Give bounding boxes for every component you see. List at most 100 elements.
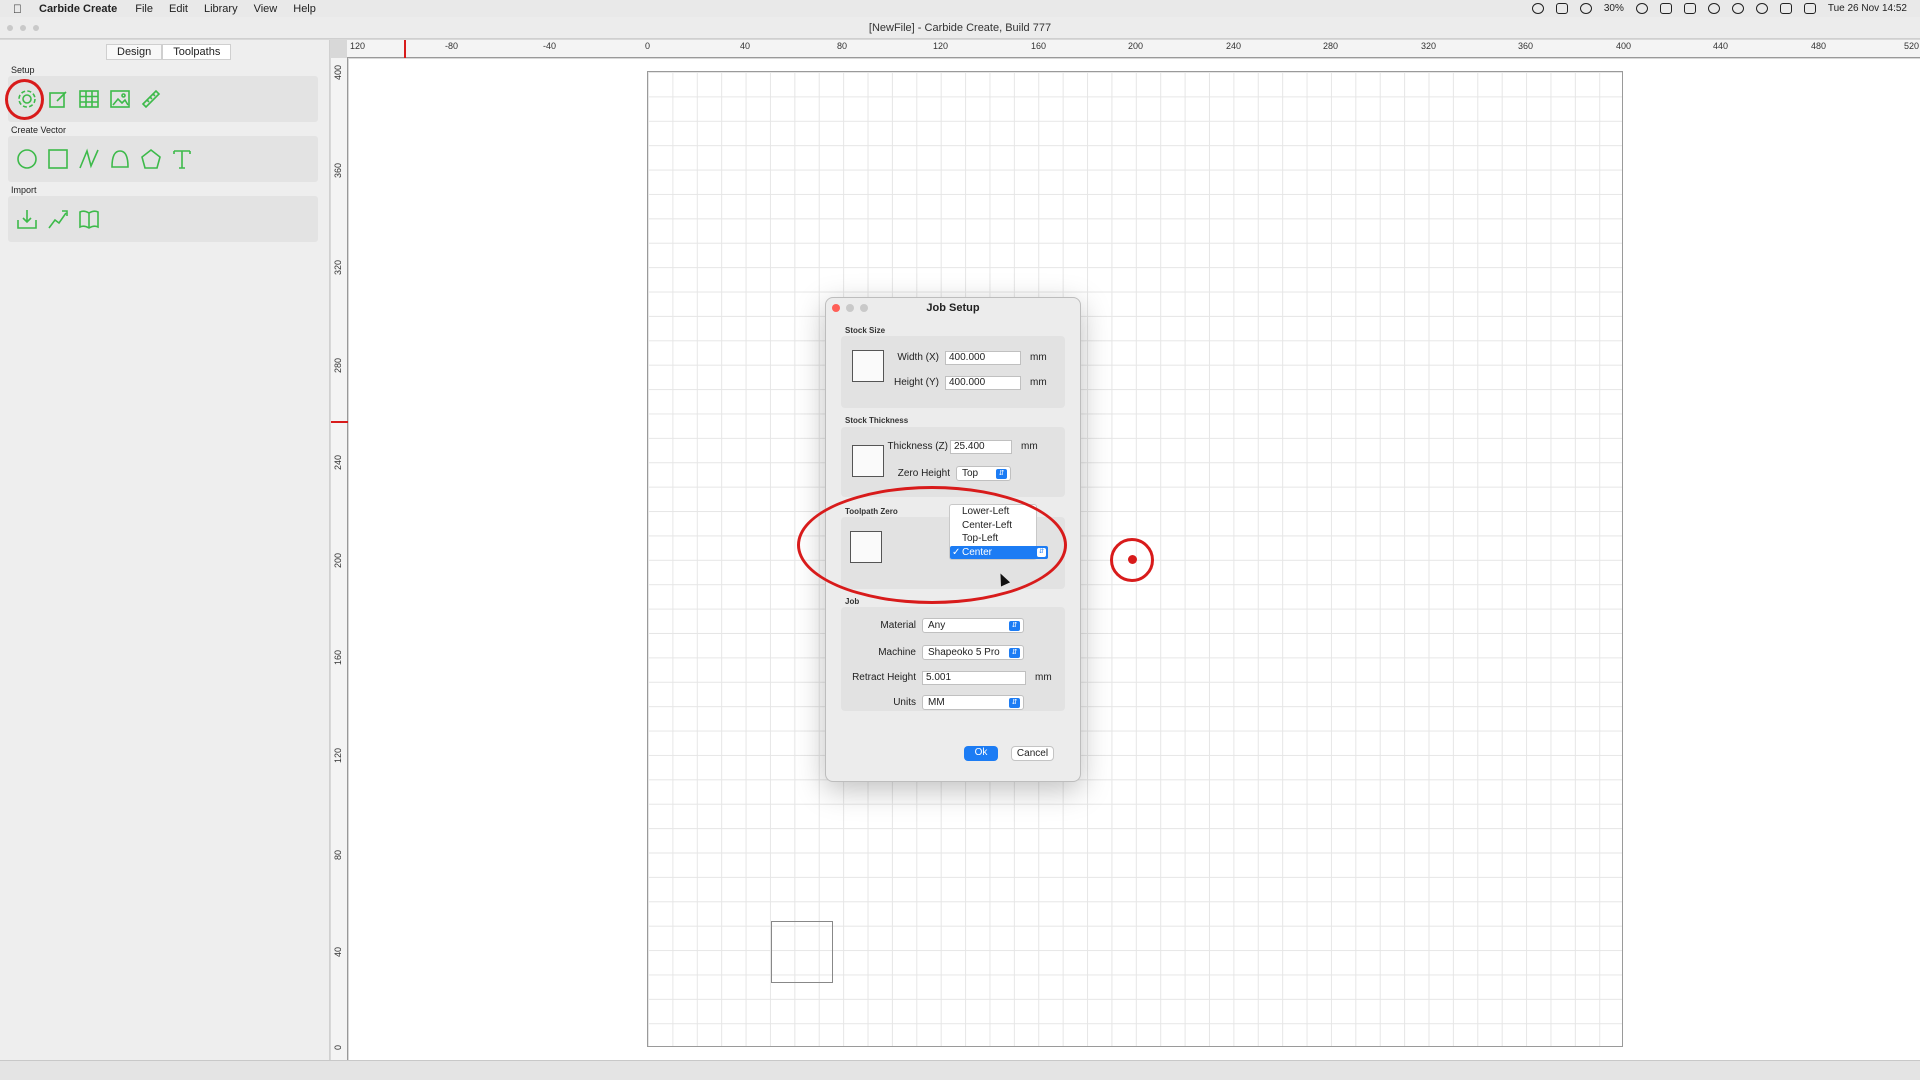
ruler-top-tick: 240 — [1226, 41, 1242, 51]
zero-height-label: Zero Height — [897, 468, 950, 479]
dialog-close-button[interactable] — [832, 304, 840, 312]
menu-edit[interactable]: Edit — [169, 3, 188, 15]
import-tools-row — [8, 196, 318, 242]
dropdown-option-center[interactable]: ✓ Center ⇵ — [950, 545, 1048, 559]
width-input[interactable]: 400.000 — [945, 351, 1021, 365]
section-setup-label: Setup — [11, 65, 35, 75]
grid-icon[interactable] — [78, 88, 100, 110]
calendar-icon[interactable] — [1683, 3, 1696, 14]
import-vector-icon[interactable] — [47, 208, 69, 230]
dropdown-option-lower-left[interactable]: Lower-Left — [950, 505, 1036, 519]
material-value: Any — [928, 620, 946, 631]
tab-design[interactable]: Design — [106, 44, 163, 60]
zoom-window-button[interactable] — [33, 25, 39, 31]
window-controls — [7, 25, 39, 31]
cancel-button[interactable]: Cancel — [1011, 746, 1054, 761]
ruler-left-tick: 120 — [333, 747, 343, 763]
zero-height-select[interactable]: Top ⇵ — [956, 466, 1011, 481]
clock-icon[interactable] — [1755, 3, 1768, 14]
cloud-icon[interactable] — [1579, 3, 1592, 14]
search-icon[interactable] — [1635, 3, 1648, 14]
ok-button[interactable]: Ok — [964, 746, 998, 761]
zero-height-value: Top — [962, 468, 979, 479]
ruler-left-tick: 320 — [333, 259, 343, 275]
dropdown-option-center-left[interactable]: Center-Left — [950, 519, 1036, 533]
curve-icon[interactable] — [109, 148, 131, 170]
user-icon[interactable] — [1707, 3, 1720, 14]
headphones-icon[interactable] — [1731, 3, 1744, 14]
machine-select[interactable]: Shapeoko 5 Pro ⇵ — [922, 645, 1024, 660]
menu-view[interactable]: View — [254, 3, 278, 15]
text-icon[interactable] — [171, 148, 193, 170]
section-create-vector-label: Create Vector — [11, 125, 67, 135]
tab-toolpaths[interactable]: Toolpaths — [162, 44, 232, 60]
bluetooth-icon[interactable] — [1659, 3, 1672, 14]
datetime[interactable]: Tue 26 Nov 14:52 — [1828, 3, 1907, 14]
image-icon[interactable] — [109, 88, 131, 110]
circle-icon[interactable] — [16, 148, 38, 170]
ruler-top-tick: -40 — [543, 41, 557, 51]
ruler-left-tick: 160 — [333, 649, 343, 665]
dialog-window-controls — [832, 304, 868, 312]
design-rectangle[interactable] — [771, 921, 833, 983]
ruler-top-tick: 520 — [1904, 41, 1920, 51]
section-import-label: Import — [11, 185, 37, 195]
ruler-top-tick: 440 — [1713, 41, 1729, 51]
ruler-top: 120 -80 -40 0 40 80 120 160 200 240 280 … — [347, 40, 1920, 58]
units-select[interactable]: MM ⇵ — [922, 695, 1024, 710]
retract-height-label: Retract Height — [852, 672, 916, 683]
height-input[interactable]: 400.000 — [945, 376, 1021, 390]
width-unit: mm — [1030, 352, 1047, 363]
ruler-position-marker — [404, 40, 406, 58]
close-window-button[interactable] — [7, 25, 13, 31]
job-setup-dialog: Job Setup Stock Size Width (X) 400.000 m… — [825, 297, 1081, 782]
polygon-icon[interactable] — [140, 148, 162, 170]
minimize-window-button[interactable] — [20, 25, 26, 31]
updown-arrows-icon: ⇵ — [1009, 621, 1020, 631]
ruler-icon[interactable] — [140, 88, 162, 110]
retract-height-unit: mm — [1035, 672, 1052, 683]
menu-library[interactable]: Library — [204, 3, 238, 15]
apple-icon[interactable]:  — [13, 2, 27, 16]
rectangle-icon[interactable] — [47, 148, 69, 170]
machine-label: Machine — [878, 647, 916, 658]
panel-tabs: Design Toolpaths — [106, 44, 232, 60]
ruler-top-tick: 400 — [1616, 41, 1632, 51]
retract-height-input[interactable]: 5.001 — [922, 671, 1026, 685]
status-bar — [0, 1060, 1920, 1080]
material-select[interactable]: Any ⇵ — [922, 618, 1024, 633]
ruler-top-tick: 320 — [1421, 41, 1437, 51]
dropbox-icon[interactable] — [1555, 3, 1568, 14]
dialog-zoom-button — [860, 304, 868, 312]
polyline-icon[interactable] — [78, 148, 100, 170]
left-panel: Design Toolpaths Setup Create Vector Imp… — [0, 40, 330, 1060]
menu-file[interactable]: File — [135, 3, 153, 15]
app-menu[interactable]: Carbide Create — [39, 3, 117, 15]
click-indicator-dot — [1128, 555, 1137, 564]
units-label: Units — [893, 697, 916, 708]
ruler-left: 400 360 320 280 240 200 160 120 80 40 0 — [331, 58, 348, 1060]
stock-size-group: Width (X) 400.000 mm Height (Y) 400.000 … — [841, 336, 1065, 408]
wifi-icon[interactable] — [1779, 3, 1792, 14]
ruler-top-tick: 120 — [350, 41, 366, 51]
menu-help[interactable]: Help — [293, 3, 316, 15]
dropdown-option-top-left[interactable]: Top-Left — [950, 532, 1036, 546]
ruler-top-tick: 160 — [1031, 41, 1047, 51]
library-icon[interactable] — [78, 208, 100, 230]
edit-icon[interactable] — [47, 88, 69, 110]
thickness-input[interactable]: 25.400 — [950, 440, 1012, 454]
battery-percent[interactable]: 30% — [1604, 3, 1624, 14]
control-center-icon[interactable] — [1803, 3, 1816, 14]
width-label: Width (X) — [897, 352, 939, 363]
status-app-icon[interactable] — [1531, 3, 1544, 14]
import-svg-icon[interactable] — [16, 208, 38, 230]
status-area: 30% Tue 26 Nov 14:52 — [1531, 3, 1907, 14]
setup-tools-row — [8, 76, 318, 122]
toolpath-zero-dropdown[interactable]: Lower-Left Center-Left Top-Left ✓ Center… — [949, 504, 1048, 560]
machine-value: Shapeoko 5 Pro — [928, 647, 1000, 658]
ruler-left-tick: 240 — [333, 454, 343, 470]
height-unit: mm — [1030, 377, 1047, 388]
thickness-unit: mm — [1021, 441, 1038, 452]
stock-thickness-group: Thickness (Z) 25.400 mm Zero Height Top … — [841, 427, 1065, 497]
toolpath-zero-diagram-icon — [848, 529, 890, 571]
